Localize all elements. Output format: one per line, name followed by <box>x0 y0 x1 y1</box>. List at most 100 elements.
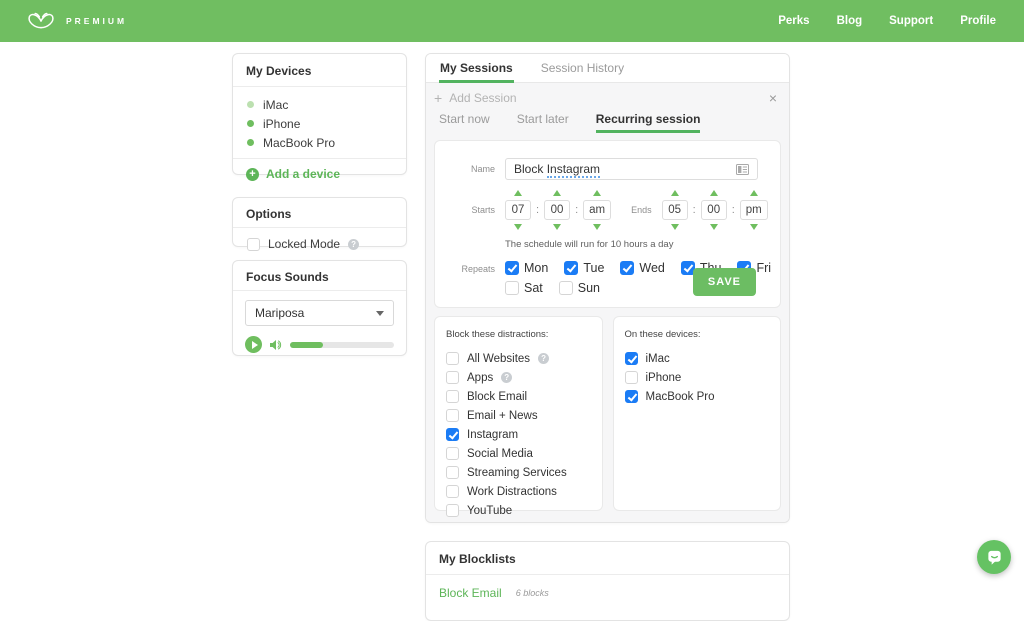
starts-label: Starts <box>453 205 495 215</box>
devices-checkbox-list: iMac iPhone MacBook Pro <box>625 349 770 406</box>
plus-icon: + <box>434 91 442 105</box>
chevron-down-icon <box>376 311 384 316</box>
end-hour-stepper: 05 <box>662 190 688 230</box>
help-icon[interactable] <box>538 353 549 364</box>
device-row-iphone: iPhone <box>247 114 392 133</box>
device-status-dot <box>247 139 254 146</box>
start-hour-stepper: 07 <box>505 190 531 230</box>
item-label: Streaming Services <box>467 467 567 479</box>
increment-icon[interactable] <box>750 190 758 196</box>
distraction-all-websites[interactable]: All Websites <box>446 349 591 368</box>
day-mon[interactable]: Mon <box>505 261 548 275</box>
nav-perks[interactable]: Perks <box>778 15 809 27</box>
subtab-start-now[interactable]: Start now <box>439 112 490 133</box>
start-period-field[interactable]: am <box>583 200 611 220</box>
distraction-youtube[interactable]: YouTube <box>446 501 591 520</box>
distraction-streaming-services[interactable]: Streaming Services <box>446 463 591 482</box>
checkbox <box>446 371 459 384</box>
tab-my-sessions[interactable]: My Sessions <box>439 54 514 83</box>
help-icon[interactable] <box>501 372 512 383</box>
distraction-social-media[interactable]: Social Media <box>446 444 591 463</box>
nav-profile[interactable]: Profile <box>960 15 996 27</box>
distractions-title: Block these distractions: <box>446 329 591 340</box>
tab-session-history[interactable]: Session History <box>540 54 625 83</box>
plus-circle-icon: + <box>246 168 259 181</box>
decrement-icon[interactable] <box>710 224 718 230</box>
distraction-instagram[interactable]: Instagram <box>446 425 591 444</box>
day-sat[interactable]: Sat <box>505 281 543 295</box>
brand-logo[interactable]: PREMIUM <box>26 9 127 33</box>
blocklist-name-link[interactable]: Block Email <box>439 586 502 600</box>
distraction-work-distractions[interactable]: Work Distractions <box>446 482 591 501</box>
session-name-value: Block Instagram <box>514 162 736 176</box>
distraction-block-email[interactable]: Block Email <box>446 387 591 406</box>
device-name: MacBook Pro <box>263 136 335 150</box>
add-session-label: Add Session <box>449 91 516 105</box>
device-option-iphone[interactable]: iPhone <box>625 368 770 387</box>
blocklist-row: Block Email 6 blocks <box>426 575 789 611</box>
nav-support[interactable]: Support <box>889 15 933 27</box>
volume-slider[interactable] <box>290 342 394 348</box>
increment-icon[interactable] <box>553 190 561 196</box>
decrement-icon[interactable] <box>593 224 601 230</box>
decrement-icon[interactable] <box>750 224 758 230</box>
day-tue[interactable]: Tue <box>564 261 604 275</box>
chat-launcher-button[interactable] <box>977 540 1011 574</box>
day-sun[interactable]: Sun <box>559 281 600 295</box>
colon-separator: : <box>732 204 735 216</box>
colon-separator: : <box>693 204 696 216</box>
end-minute-field[interactable]: 00 <box>701 200 727 220</box>
day-checkbox <box>505 281 519 295</box>
devices-card-title: On these devices: <box>625 329 770 340</box>
decrement-icon[interactable] <box>514 224 522 230</box>
sound-select[interactable]: Mariposa <box>245 300 394 326</box>
contacts-grid-icon[interactable] <box>736 164 749 175</box>
checkbox <box>446 390 459 403</box>
device-option-imac[interactable]: iMac <box>625 349 770 368</box>
device-status-dot <box>247 101 254 108</box>
device-option-macbook[interactable]: MacBook Pro <box>625 387 770 406</box>
butterfly-logo-icon <box>26 9 56 33</box>
day-label: Fri <box>756 261 771 275</box>
increment-icon[interactable] <box>671 190 679 196</box>
end-period-field[interactable]: pm <box>740 200 768 220</box>
day-label: Sun <box>578 281 600 295</box>
subtab-recurring-session[interactable]: Recurring session <box>596 112 701 133</box>
end-hour-field[interactable]: 05 <box>662 200 688 220</box>
add-device-button[interactable]: + Add a device <box>233 159 406 189</box>
end-minute-stepper: 00 <box>701 190 727 230</box>
play-button[interactable] <box>245 336 262 353</box>
volume-fill <box>290 342 323 348</box>
session-name-input[interactable]: Block Instagram <box>505 158 758 180</box>
brand-premium-label: PREMIUM <box>66 16 127 26</box>
focus-sounds-title: Focus Sounds <box>233 261 406 290</box>
start-minute-stepper: 00 <box>544 190 570 230</box>
locked-mode-row[interactable]: Locked Mode <box>233 228 406 260</box>
save-button[interactable]: SAVE <box>693 268 756 296</box>
start-minute-field[interactable]: 00 <box>544 200 570 220</box>
day-label: Wed <box>639 261 664 275</box>
item-label: Social Media <box>467 448 533 460</box>
distraction-apps[interactable]: Apps <box>446 368 591 387</box>
day-label: Tue <box>583 261 604 275</box>
locked-mode-checkbox[interactable] <box>247 238 260 251</box>
nav-blog[interactable]: Blog <box>837 15 863 27</box>
increment-icon[interactable] <box>593 190 601 196</box>
day-wed[interactable]: Wed <box>620 261 664 275</box>
item-label: YouTube <box>467 505 512 517</box>
start-hour-field[interactable]: 07 <box>505 200 531 220</box>
my-devices-panel: My Devices iMac iPhone MacBook Pro + Add… <box>232 53 407 175</box>
item-label: Instagram <box>467 429 518 441</box>
help-icon[interactable] <box>348 239 359 250</box>
increment-icon[interactable] <box>514 190 522 196</box>
decrement-icon[interactable] <box>671 224 679 230</box>
subtab-start-later[interactable]: Start later <box>517 112 569 133</box>
decrement-icon[interactable] <box>553 224 561 230</box>
add-session-button[interactable]: + Add Session <box>434 83 781 105</box>
close-icon[interactable]: × <box>769 91 777 105</box>
blocklist-count: 6 blocks <box>516 588 549 598</box>
volume-icon[interactable] <box>269 339 283 351</box>
distraction-email-news[interactable]: Email + News <box>446 406 591 425</box>
checkbox <box>625 352 638 365</box>
increment-icon[interactable] <box>710 190 718 196</box>
